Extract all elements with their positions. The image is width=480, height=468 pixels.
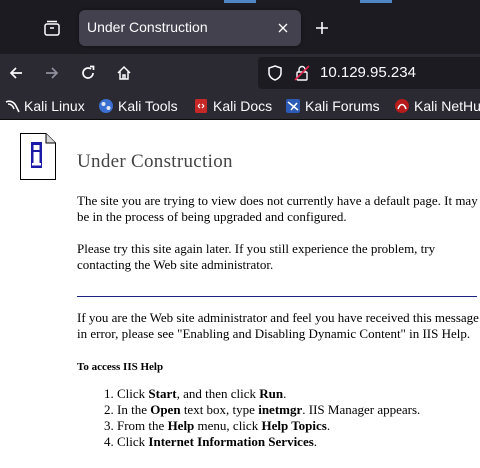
close-icon: [278, 23, 288, 33]
bookmark-label: Kali Docs: [213, 98, 273, 114]
step-bold: inetmgr: [258, 402, 303, 417]
firefox-view-button[interactable]: [38, 14, 66, 42]
page-title: Under Construction: [77, 151, 233, 172]
step-bold: Start: [148, 386, 177, 401]
tab-indicator: [224, 0, 256, 3]
navigation-toolbar: 10.129.95.234: [0, 54, 480, 92]
step-bold: Help: [167, 418, 195, 433]
address-bar[interactable]: 10.129.95.234: [258, 57, 480, 89]
forward-button[interactable]: [37, 58, 67, 88]
step-text: . IIS Manager appears.: [302, 402, 421, 417]
bookmark-label: Kali Tools: [118, 98, 178, 114]
list-item: Click Start, and then click Run.: [117, 386, 479, 402]
kali-nethunter-icon: [395, 99, 409, 113]
step-text: .: [313, 434, 318, 449]
paragraph-administrator: If you are the Web site administrator an…: [77, 310, 479, 341]
step-text: .: [283, 386, 287, 401]
bookmark-label: Kali Forums: [305, 98, 380, 114]
help-heading: To access IIS Help: [77, 361, 164, 373]
plus-icon: [316, 22, 328, 34]
info-icon: [20, 133, 56, 180]
arrow-left-icon: [9, 67, 22, 79]
bookmark-kali-tools[interactable]: Kali Tools: [98, 96, 178, 116]
tab-title: Under Construction: [87, 19, 208, 35]
home-icon: [117, 65, 131, 80]
kali-tools-icon: [99, 99, 113, 113]
list-item: In the Open text box, type inetmgr. IIS …: [117, 402, 479, 418]
url-text: 10.129.95.234: [320, 64, 416, 81]
tab-indicator: [360, 0, 392, 3]
back-button[interactable]: [1, 58, 31, 88]
insecure-lock-icon[interactable]: [293, 64, 311, 82]
list-item: From the Help menu, click Help Topics.: [117, 418, 479, 434]
page-content: Under Construction The site you are tryi…: [0, 120, 480, 468]
step-text: From the: [117, 418, 168, 433]
divider: [77, 296, 477, 297]
reload-icon: [82, 65, 95, 79]
step-bold: Internet Information Services: [148, 434, 314, 449]
bookmark-label: Kali Linux: [24, 98, 85, 114]
step-bold: Run: [259, 386, 284, 401]
arrow-right-icon: [46, 67, 59, 79]
bookmark-kali-nethunter[interactable]: Kali NetHu: [394, 96, 480, 116]
kali-forums-icon: [286, 99, 300, 113]
shield-icon[interactable]: [266, 64, 284, 82]
tab-under-construction[interactable]: Under Construction: [79, 10, 301, 46]
bookmark-kali-docs[interactable]: Kali Docs: [193, 96, 272, 116]
bookmark-kali-forums[interactable]: Kali Forums: [285, 96, 380, 116]
step-text: , and then click: [176, 386, 260, 401]
bookmark-label: Kali NetHu: [414, 98, 480, 114]
tab-close-button[interactable]: [273, 18, 293, 38]
step-text: .: [326, 418, 331, 433]
help-steps-list: Click Start, and then click Run. In the …: [77, 386, 479, 450]
kali-docs-icon: [195, 99, 207, 113]
step-bold: Open: [150, 402, 181, 417]
paragraph-no-default-page: The site you are trying to view does not…: [77, 193, 478, 224]
message-body: Under Construction The site you are tryi…: [77, 150, 479, 450]
firefox-view-icon: [44, 20, 60, 36]
new-tab-button[interactable]: [309, 15, 335, 41]
list-item: Click Internet Information Services.: [117, 434, 479, 450]
step-text: Click: [117, 434, 149, 449]
tab-strip: Under Construction: [0, 0, 480, 54]
bookmark-kali-linux[interactable]: Kali Linux: [4, 96, 85, 116]
bookmarks-toolbar: Kali Linux Kali Tools Kali Docs Kali For…: [0, 92, 480, 120]
step-text: In the: [117, 402, 151, 417]
kali-dragon-icon: [5, 100, 20, 113]
step-text: menu, click: [194, 418, 262, 433]
step-text: text box, type: [180, 402, 259, 417]
home-button[interactable]: [109, 58, 139, 88]
step-bold: Help Topics: [261, 418, 327, 433]
paragraph-try-again: Please try this site again later. If you…: [77, 241, 436, 272]
step-text: Click: [117, 386, 149, 401]
reload-button[interactable]: [73, 58, 103, 88]
